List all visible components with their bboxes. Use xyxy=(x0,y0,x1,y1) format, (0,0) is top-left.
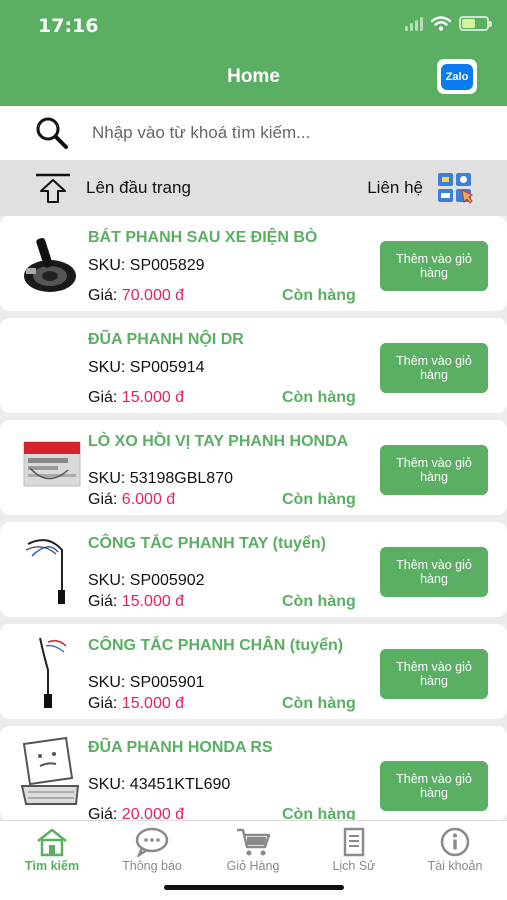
app-header: 17:16 Home Zalo xyxy=(0,0,507,106)
price-label: Giá: xyxy=(88,593,118,610)
tab-search[interactable]: Tìm kiếm xyxy=(2,827,102,873)
product-name[interactable]: ĐŨA PHANH NỘI DR xyxy=(88,330,388,349)
add-to-cart-button[interactable]: Thêm vào giỏ hàng xyxy=(380,547,488,597)
product-card[interactable]: CÔNG TẮC PHANH CHÂN (tuyển) SKU: SP00590… xyxy=(0,624,507,719)
tab-label: Tìm kiếm xyxy=(24,859,80,873)
product-sku: SKU: SP005902 xyxy=(88,572,205,589)
search-input[interactable] xyxy=(92,123,472,143)
stock-status: Còn hàng xyxy=(282,389,356,406)
info-icon xyxy=(440,827,470,857)
switch-cable-image xyxy=(39,637,67,708)
switch-cable-image xyxy=(25,539,65,604)
scroll-to-top-label: Lên đầu trang xyxy=(86,178,191,197)
cart-icon xyxy=(237,828,271,856)
product-name[interactable]: BÁT PHANH SAU XE ĐIỆN BÒ xyxy=(88,228,388,247)
home-icon xyxy=(37,828,67,857)
add-to-cart-button[interactable]: Thêm vào giỏ hàng xyxy=(380,445,488,495)
add-to-cart-button[interactable]: Thêm vào giỏ hàng xyxy=(380,343,488,393)
add-to-cart-button[interactable]: Thêm vào giỏ hàng xyxy=(380,649,488,699)
product-price: 6.000 đ xyxy=(121,491,176,508)
product-price: 70.000 đ xyxy=(121,287,185,304)
tab-label: Giỏ Hàng xyxy=(226,859,280,873)
tab-label: Lịch Sử xyxy=(332,859,376,873)
search-bar xyxy=(0,106,507,160)
contact-button[interactable]: Liên hệ xyxy=(367,172,473,204)
product-price-row: Giá: 6.000 đ xyxy=(88,491,175,509)
placeholder-cart-image xyxy=(20,736,80,805)
tab-cart[interactable]: Giỏ Hàng xyxy=(203,827,303,873)
product-card[interactable]: BÁT PHANH SAU XE ĐIỆN BÒ SKU: SP005829 G… xyxy=(0,216,507,311)
product-price-row: Giá: 15.000 đ xyxy=(88,389,184,407)
cellular-signal-icon xyxy=(405,16,423,31)
product-price-row: Giá: 15.000 đ xyxy=(88,593,184,611)
product-name[interactable]: CÔNG TẮC PHANH CHÂN (tuyển) xyxy=(88,636,388,655)
page-title: Home xyxy=(227,66,280,87)
tab-account[interactable]: Tài khoản xyxy=(405,827,505,873)
price-label: Giá: xyxy=(88,695,118,712)
price-label: Giá: xyxy=(88,389,118,406)
chat-icon xyxy=(135,827,169,857)
tab-notifications[interactable]: Thông báo xyxy=(102,827,202,873)
status-time: 17:16 xyxy=(38,15,99,37)
action-bar: Lên đầu trang Liên hệ xyxy=(0,160,507,216)
status-icons xyxy=(405,16,492,31)
product-price: 15.000 đ xyxy=(121,593,185,610)
product-price-row: Giá: 70.000 đ xyxy=(88,287,184,305)
price-label: Giá: xyxy=(88,287,118,304)
contact-label: Liên hệ xyxy=(367,178,423,197)
product-price-row: Giá: 15.000 đ xyxy=(88,695,184,713)
add-to-cart-button[interactable]: Thêm vào giỏ hàng xyxy=(380,241,488,291)
zalo-icon: Zalo xyxy=(441,63,473,90)
product-name[interactable]: ĐŨA PHANH HONDA RS xyxy=(88,738,388,757)
product-card[interactable]: LÒ XO HỒI VỊ TAY PHANH HONDA SKU: 53198G… xyxy=(0,420,507,515)
product-card[interactable]: ĐŨA PHANH NỘI DR SKU: SP005914 Giá: 15.0… xyxy=(0,318,507,413)
battery-icon xyxy=(459,16,492,31)
product-price: 15.000 đ xyxy=(121,695,185,712)
tab-label: Thông báo xyxy=(122,859,182,873)
product-name[interactable]: LÒ XO HỒI VỊ TAY PHANH HONDA xyxy=(88,432,388,451)
product-card[interactable]: ĐŨA PHANH HONDA RS SKU: 43451KTL690 Giá:… xyxy=(0,726,507,823)
product-sku: SKU: 43451KTL690 xyxy=(88,776,231,793)
add-to-cart-button[interactable]: Thêm vào giỏ hàng xyxy=(380,761,488,811)
contact-icon xyxy=(438,173,473,204)
stock-status: Còn hàng xyxy=(282,695,356,712)
product-sku: SKU: SP005829 xyxy=(88,257,205,274)
product-name[interactable]: CÔNG TẮC PHANH TAY (tuyển) xyxy=(88,534,388,553)
price-label: Giá: xyxy=(88,491,118,508)
product-sku: SKU: SP005901 xyxy=(88,674,205,691)
scroll-to-top-button[interactable]: Lên đầu trang xyxy=(34,172,191,204)
wifi-icon xyxy=(431,16,451,31)
product-price: 15.000 đ xyxy=(121,389,185,406)
document-icon xyxy=(343,827,365,857)
product-sku: SKU: SP005914 xyxy=(88,359,205,376)
honda-package-image xyxy=(23,441,81,487)
stock-status: Còn hàng xyxy=(282,491,356,508)
stock-status: Còn hàng xyxy=(282,287,356,304)
tab-history[interactable]: Lịch Sử xyxy=(304,827,404,873)
product-card[interactable]: CÔNG TẮC PHANH TAY (tuyển) SKU: SP005902… xyxy=(0,522,507,617)
arrow-up-to-top-icon xyxy=(36,173,70,203)
stock-status: Còn hàng xyxy=(282,593,356,610)
tab-label: Tài khoản xyxy=(427,859,483,873)
product-sku: SKU: 53198GBL870 xyxy=(88,470,233,487)
search-icon[interactable] xyxy=(34,115,70,151)
brake-shoe-image xyxy=(24,237,76,292)
zalo-button[interactable]: Zalo xyxy=(437,59,477,94)
home-indicator[interactable] xyxy=(164,885,344,890)
